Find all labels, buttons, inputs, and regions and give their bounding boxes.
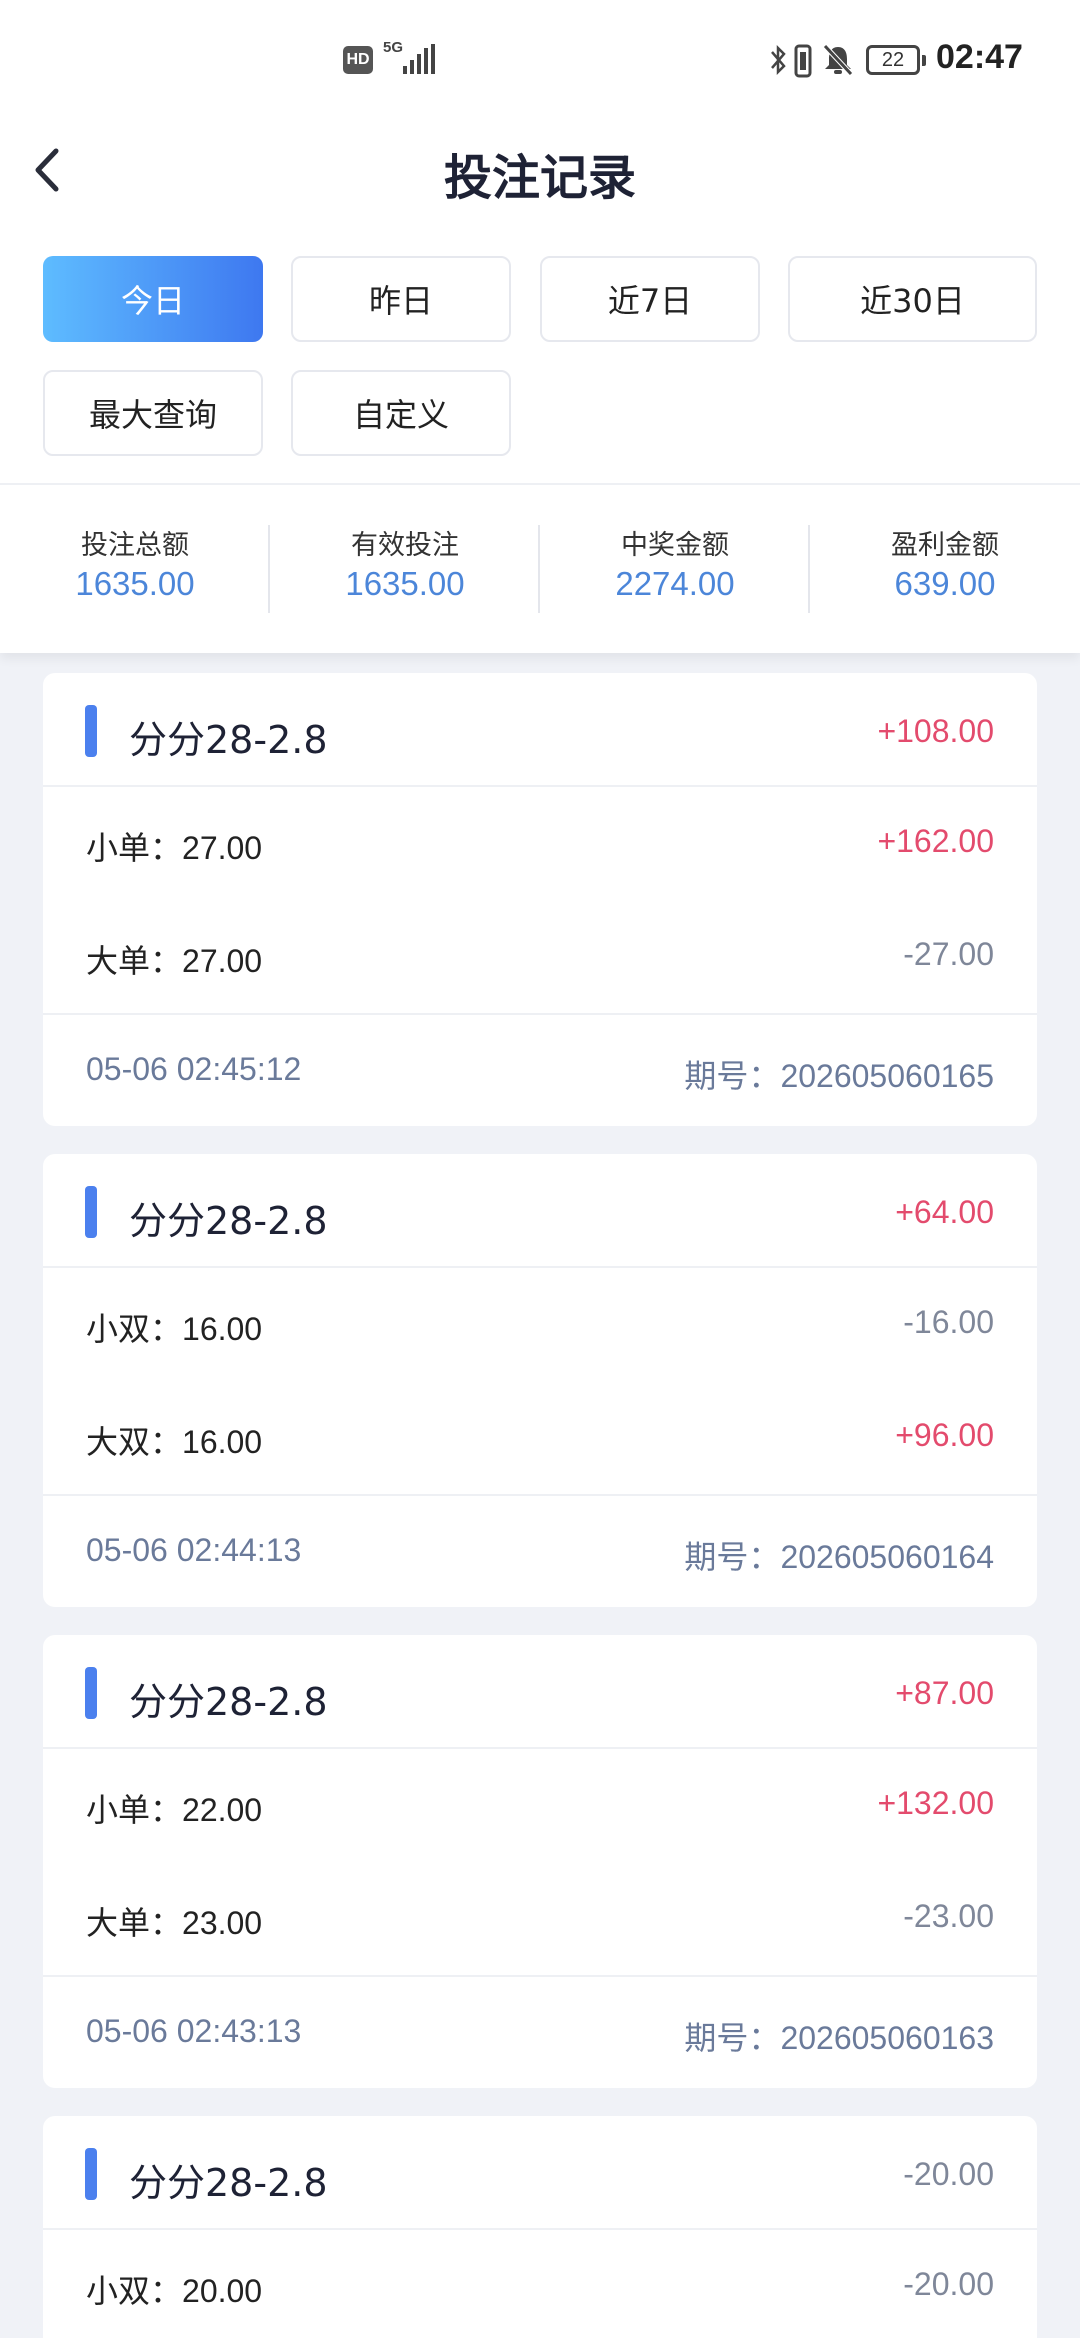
record-time: 05-06 02:44:13 — [86, 1532, 302, 1568]
issue-number: 202605060165 — [780, 1058, 994, 1094]
page-title: 投注记录 — [443, 150, 636, 206]
filter-last-30-days[interactable]: 近30日 — [788, 256, 1037, 342]
bet-line: 大单：27.00 -27.00 — [43, 900, 1037, 1013]
bet-amount: 16.00 — [182, 1311, 263, 1347]
status-bar: HD 5G 22 02:47 — [0, 0, 1080, 120]
bet-amount: 16.00 — [182, 1424, 263, 1460]
bet-label: 大单：23.00 — [86, 1904, 263, 1942]
record-header: 分分28-2.8 -20.00 — [43, 2116, 1037, 2230]
battery-icon: 22 — [866, 45, 926, 75]
battery-level: 22 — [881, 48, 905, 71]
bet-record-card[interactable]: 分分28-2.8 -20.00 小双：20.00 -20.00 — [43, 2116, 1037, 2338]
summary-winnings: 中奖金额 2274.00 — [540, 485, 810, 655]
filter-custom[interactable]: 自定义 — [291, 370, 511, 456]
record-footer: 05-06 02:43:13 期号：202605060163 — [43, 1975, 1037, 2088]
record-footer: 05-06 02:45:12 期号：202605060165 — [43, 1013, 1037, 1126]
bet-amount: 23.00 — [182, 1905, 263, 1941]
record-accent-bar — [85, 1186, 97, 1238]
record-header: 分分28-2.8 +64.00 — [43, 1154, 1037, 1268]
record-footer: 05-06 02:44:13 期号：202605060164 — [43, 1494, 1037, 1607]
bet-result: -27.00 — [903, 936, 994, 972]
bet-amount: 27.00 — [182, 943, 263, 979]
bet-result: -16.00 — [903, 1304, 994, 1340]
record-header: 分分28-2.8 +108.00 — [43, 673, 1037, 787]
bet-line: 小双：16.00 -16.00 — [43, 1268, 1037, 1381]
record-time: 05-06 02:43:13 — [86, 2013, 302, 2049]
hd-icon: HD — [343, 46, 373, 74]
summary-total-bet: 投注总额 1635.00 — [0, 485, 270, 655]
bet-line: 大单：23.00 -23.00 — [43, 1862, 1037, 1975]
bet-result: +162.00 — [877, 823, 994, 859]
bet-line: 大双：16.00 +96.00 — [43, 1381, 1037, 1494]
clock: 02:47 — [936, 38, 1023, 76]
summary-label: 有效投注 — [351, 530, 459, 561]
vibrate-icon — [794, 44, 812, 78]
game-name: 分分28-2.8 — [129, 1680, 328, 1724]
summary-panel: 投注总额 1635.00 有效投注 1635.00 中奖金额 2274.00 盈… — [0, 483, 1080, 653]
bet-amount: 20.00 — [182, 2273, 263, 2309]
bet-line: 小单：27.00 +162.00 — [43, 787, 1037, 900]
bet-line: 小双：20.00 -20.00 — [43, 2230, 1037, 2338]
bet-amount: 27.00 — [182, 830, 263, 866]
filter-today[interactable]: 今日 — [43, 256, 263, 342]
record-time: 05-06 02:45:12 — [86, 1051, 302, 1087]
summary-valid-bet: 有效投注 1635.00 — [270, 485, 540, 655]
summary-value: 639.00 — [894, 565, 996, 602]
bet-label: 小单：27.00 — [86, 829, 263, 867]
issue-number: 202605060164 — [780, 1539, 994, 1575]
filter-last-7-days[interactable]: 近7日 — [540, 256, 760, 342]
filter-max-query[interactable]: 最大查询 — [43, 370, 263, 456]
record-accent-bar — [85, 2148, 97, 2200]
summary-profit: 盈利金额 639.00 — [810, 485, 1080, 655]
summary-label: 中奖金额 — [621, 530, 729, 561]
bet-result: -23.00 — [903, 1898, 994, 1934]
bet-label: 大单：27.00 — [86, 942, 263, 980]
bet-label: 小双：16.00 — [86, 1310, 263, 1348]
top-panel: HD 5G 22 02:47 投注记录 今日 昨日 近7日 近30日 最大查询 … — [0, 0, 1080, 653]
bet-record-card[interactable]: 分分28-2.8 +87.00 小单：22.00 +132.00 大单：23.0… — [43, 1635, 1037, 2088]
record-accent-bar — [85, 1667, 97, 1719]
summary-value: 1635.00 — [345, 565, 465, 602]
record-accent-bar — [85, 705, 97, 757]
bet-result: +132.00 — [877, 1785, 994, 1821]
record-header: 分分28-2.8 +87.00 — [43, 1635, 1037, 1749]
record-issue: 期号：202605060165 — [684, 1057, 994, 1095]
record-total: +87.00 — [895, 1675, 994, 1711]
mute-bell-icon — [823, 44, 853, 76]
bet-record-card[interactable]: 分分28-2.8 +108.00 小单：27.00 +162.00 大单：27.… — [43, 673, 1037, 1126]
game-name: 分分28-2.8 — [129, 718, 328, 762]
bet-amount: 22.00 — [182, 1792, 263, 1828]
bet-label: 小单：22.00 — [86, 1791, 263, 1829]
bet-line: 小单：22.00 +132.00 — [43, 1749, 1037, 1862]
record-total: +64.00 — [895, 1194, 994, 1230]
record-issue: 期号：202605060164 — [684, 1538, 994, 1576]
record-issue: 期号：202605060163 — [684, 2019, 994, 2057]
bluetooth-icon — [771, 44, 786, 76]
bet-record-card[interactable]: 分分28-2.8 +64.00 小双：16.00 -16.00 大双：16.00… — [43, 1154, 1037, 1607]
network-type-label: 5G — [383, 39, 404, 56]
bet-result: -20.00 — [903, 2266, 994, 2302]
summary-value: 2274.00 — [615, 565, 735, 602]
summary-label: 盈利金额 — [891, 530, 999, 561]
record-total: +108.00 — [877, 713, 994, 749]
issue-number: 202605060163 — [780, 2020, 994, 2056]
summary-value: 1635.00 — [75, 565, 195, 602]
summary-label: 投注总额 — [81, 530, 189, 561]
record-total: -20.00 — [903, 2156, 994, 2192]
game-name: 分分28-2.8 — [129, 1199, 328, 1243]
bet-label: 大双：16.00 — [86, 1423, 263, 1461]
bet-result: +96.00 — [895, 1417, 994, 1453]
game-name: 分分28-2.8 — [129, 2161, 328, 2205]
filter-yesterday[interactable]: 昨日 — [291, 256, 511, 342]
bet-label: 小双：20.00 — [86, 2272, 263, 2310]
signal-icon — [403, 44, 435, 74]
